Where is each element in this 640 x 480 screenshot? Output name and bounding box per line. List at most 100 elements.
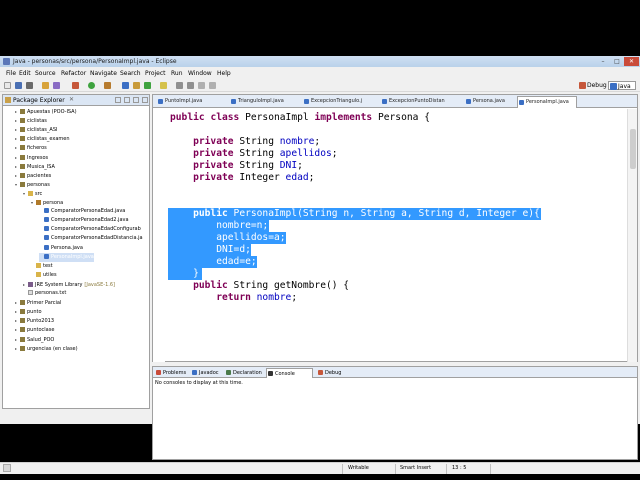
close-view-icon[interactable]: ✕ [69,96,74,103]
collapse-all-icon[interactable] [115,97,121,103]
console-tab-label: Debug [325,370,342,376]
editor-tab-label: ExcepcionTriangulo.j [311,98,363,104]
console-tab-javadoc[interactable]: Javadoc [191,368,222,378]
code-area[interactable]: public class PersonaImpl implements Pers… [153,109,625,362]
new-icon[interactable] [4,82,11,89]
search-icon[interactable] [160,82,167,89]
tree-item[interactable]: ComparatorPersonaEdad.java [39,207,125,216]
tree-item[interactable]: utiles [31,271,57,280]
open-type-icon[interactable] [42,82,49,89]
editor-tab-label: ExcepcionPuntoDistan [389,98,445,104]
tree-item-label: ComparatorPersonaEdad2.java [51,217,129,224]
menu-refactor[interactable]: Refactor [61,70,86,77]
editor-tab[interactable]: ExcepcionTriangulo.j [303,96,378,107]
status-insert-mode: Smart Insert [400,465,432,471]
debug-icon [318,370,323,375]
editor-tab[interactable]: Persona.java [465,96,515,107]
tree-item[interactable]: test [31,262,53,271]
editor-scrollbar[interactable] [627,109,637,362]
print-icon[interactable] [26,82,33,89]
tree-item[interactable]: ComparatorPersonaEdadConfigurab [39,225,141,234]
tree-item[interactable]: ComparatorPersonaEdadDistancia.ja [39,234,143,243]
tree-item[interactable]: ▸ urgencias (en clase) [15,344,78,353]
tree-item-label: ComparatorPersonaEdadDistancia.ja [51,235,143,242]
tree-item[interactable]: ▸ Musica_ISA [15,162,55,171]
pkg-icon [36,200,41,205]
code-line: private String DNI; [193,160,303,171]
perspective-java[interactable]: Java [608,81,636,90]
tree-item[interactable]: ▸ Ingresos [15,153,48,162]
maximize-view-icon[interactable] [142,97,148,103]
next-annotation-icon[interactable] [176,82,183,89]
tree-item[interactable]: ▾ personas [15,180,50,189]
menu-window[interactable]: Window [188,70,212,77]
minimize-view-icon[interactable] [133,97,139,103]
javadoc-icon [192,370,197,375]
tree-item[interactable]: ▾ persona [31,198,63,207]
package-explorer-icon [5,97,11,103]
proj-icon [20,127,25,133]
menu-search[interactable]: Search [120,70,141,77]
menu-run[interactable]: Run [171,70,183,77]
tree-item-label: puntoclase [27,327,55,334]
tree-item[interactable]: ▸ Primer Parcial [15,298,61,307]
editor-tab[interactable]: TrianguloImpl.java [230,96,300,107]
open-task-icon[interactable] [53,82,60,89]
menu-file[interactable]: File [6,70,16,77]
external-tools-icon[interactable] [104,82,111,89]
declaration-icon [226,370,231,375]
menu-project[interactable]: Project [145,70,166,77]
tree-item[interactable]: ▸ Salud_POO [15,335,54,344]
tree-item[interactable]: Persona.java [39,244,83,253]
tree-item[interactable]: ▸ puntoclase [15,325,54,334]
console-tab-debug[interactable]: Debug [317,368,353,378]
proj-icon [20,300,25,306]
perspective-debug[interactable]: Debug [578,81,607,90]
console-tab-problems[interactable]: Problems [155,368,188,378]
forward-icon[interactable] [209,82,216,89]
menu-help[interactable]: Help [217,70,231,77]
debug-icon[interactable] [72,82,79,89]
tree-item[interactable]: ▸ pacientes [15,171,51,180]
console-tab-declaration[interactable]: Declaration [225,368,263,378]
tree-item[interactable]: personas.txt [23,289,66,298]
menu-navigate[interactable]: Navigate [90,70,117,77]
tree-item[interactable]: ▸ ficheros [15,143,47,152]
save-icon[interactable] [15,82,22,89]
new-package-icon[interactable] [133,82,140,89]
title-bar: Java - personas/src/persona/PersonaImpl.… [0,56,640,67]
tree-item[interactable]: ▸ ciclistas [15,116,47,125]
tree-item[interactable]: PersonaImpl.java [39,252,94,262]
new-java-project-icon[interactable] [122,82,129,89]
maximize-button[interactable]: □ [610,57,624,66]
code-line: public class PersonaImpl implements Pers… [170,112,430,123]
close-button[interactable]: ✕ [624,57,639,66]
tree-item[interactable]: ▸ JRE System Library [JavaSE-1.6] [23,280,115,289]
editor-scroll-thumb[interactable] [630,129,636,169]
tree-item[interactable]: ▸ ciclistas_ASI [15,125,57,134]
code-line: private String nombre; [193,136,321,147]
console-tab-console[interactable]: Console [266,368,313,378]
run-icon[interactable] [88,82,95,89]
new-class-icon[interactable] [144,82,151,89]
editor-tab[interactable]: ExcepcionPuntoDistan [381,96,461,107]
editor-tab[interactable]: PersonaImpl.java [517,96,577,108]
back-icon[interactable] [198,82,205,89]
link-editor-icon[interactable] [124,97,130,103]
menu-source[interactable]: Source [35,70,56,77]
tree-item[interactable]: ComparatorPersonaEdad2.java [39,216,129,225]
tree-item[interactable]: ▸ Punto2013 [15,316,54,325]
minimize-button[interactable]: – [596,57,610,66]
tree-item[interactable]: ▸ Apuestas (POO-ISA) [15,107,77,116]
tree-item[interactable]: ▾ src [23,189,42,198]
tree-item[interactable]: ▸ ciclistas_examen [15,134,70,143]
package-explorer-tab[interactable]: Package Explorer ✕ [3,95,149,106]
previous-annotation-icon[interactable] [187,82,194,89]
editor-tab[interactable]: PuntoImpl.java [157,96,227,107]
fast-view-icon[interactable] [3,464,11,472]
tree-item-label: Primer Parcial [27,300,62,307]
lib-icon [28,281,33,287]
code-line: DNI=d; [216,244,251,255]
tree-item[interactable]: ▸ punto [15,307,42,316]
menu-edit[interactable]: Edit [19,70,31,77]
